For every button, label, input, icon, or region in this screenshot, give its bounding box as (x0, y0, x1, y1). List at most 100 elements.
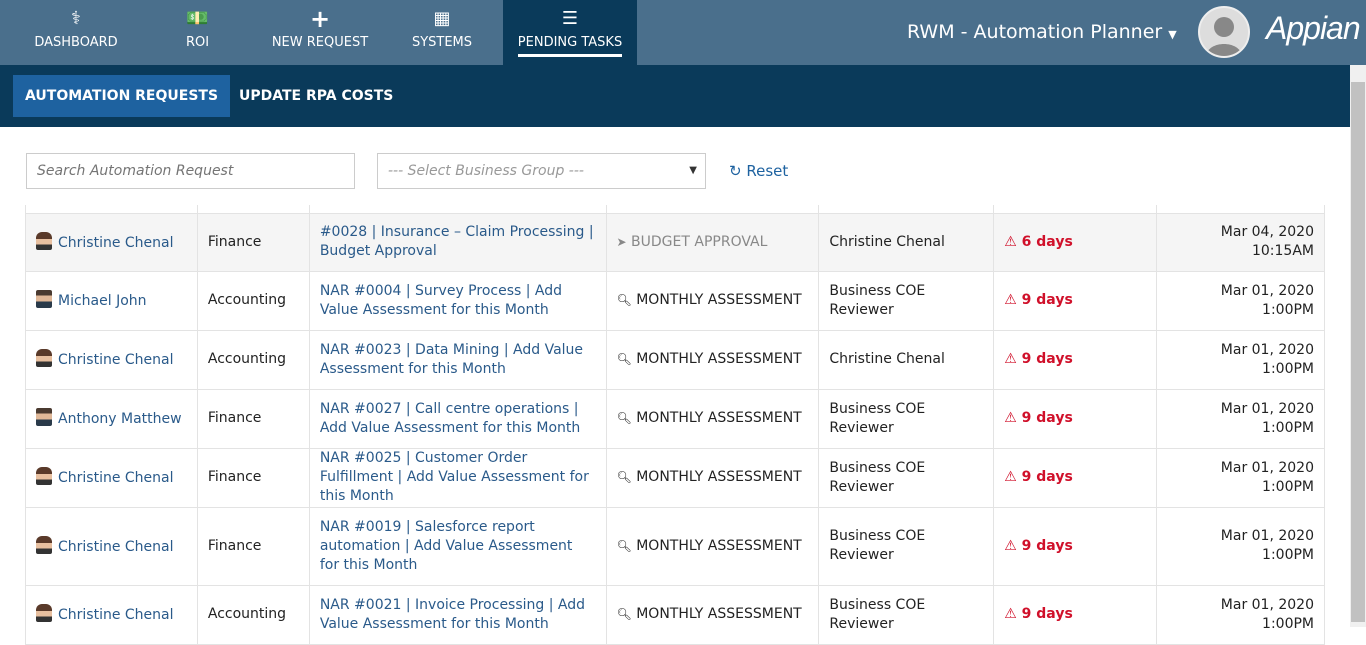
table-header (25, 205, 1325, 214)
overdue-cell: ⚠ 6 days (993, 212, 1158, 272)
tab-update-rpa-costs[interactable]: UPDATE RPA COSTS (227, 75, 405, 117)
search-input[interactable] (26, 153, 355, 189)
warning-icon: ⚠ (1004, 410, 1017, 426)
assignee-cell: Christine Chenal (818, 212, 995, 272)
date-cell: Mar 04, 2020 10:15AM (1156, 212, 1325, 272)
search-icon: 🔍︎ (616, 470, 632, 484)
request-link[interactable]: #0028 | Insurance – Claim Processing | B… (320, 224, 594, 259)
task-cell: 🔍︎ MONTHLY ASSESSMENT (605, 329, 820, 390)
date-cell: Mar 01, 2020 1:00PM (1156, 447, 1325, 508)
user-link[interactable]: Christine Chenal (58, 607, 174, 623)
search-icon: 🔍︎ (616, 607, 632, 621)
sub-nav: AUTOMATION REQUESTS UPDATE RPA COSTS (0, 65, 1350, 127)
date-cell: Mar 01, 2020 1:00PM (1156, 584, 1325, 645)
request-link[interactable]: NAR #0027 | Call centre operations | Add… (320, 401, 580, 436)
task-cell: ➤ BUDGET APPROVAL (605, 212, 820, 272)
request-cell: NAR #0027 | Call centre operations | Add… (308, 388, 607, 449)
app-switcher[interactable]: RWM - Automation Planner ▼ (907, 21, 1177, 43)
overdue-cell: ⚠ 9 days (993, 506, 1158, 586)
table-row: Christine Chenal Accounting NAR #0023 | Da… (25, 329, 1325, 390)
assignee-cell: Business COE Reviewer (818, 447, 995, 508)
tasks-icon: ☰ (561, 8, 579, 29)
table-row: Michael John Accounting NAR #0004 | Survey… (25, 270, 1325, 331)
grid-icon: ▦ (433, 8, 451, 29)
search-icon: 🔍︎ (616, 352, 632, 366)
table-row: Anthony Matthew Finance NAR #0027 | Call c… (25, 388, 1325, 449)
request-link[interactable]: NAR #0023 | Data Mining | Add Value Asse… (320, 342, 583, 377)
tab-automation-requests[interactable]: AUTOMATION REQUESTS (13, 75, 231, 117)
warning-icon: ⚠ (1004, 469, 1017, 485)
user-avatar (36, 290, 52, 308)
warning-icon: ⚠ (1004, 606, 1017, 622)
task-cell: 🔍︎ MONTHLY ASSESSMENT (605, 270, 820, 331)
user-cell: Christine Chenal (25, 447, 198, 508)
nav-dashboard[interactable]: ⚕ DASHBOARD (20, 0, 132, 65)
business-group-select[interactable]: --- Select Business Group --- ▼ (377, 153, 706, 189)
user-link[interactable]: Anthony Matthew (58, 411, 182, 427)
user-avatar (36, 604, 52, 622)
user-link[interactable]: Michael John (58, 293, 147, 309)
warning-icon: ⚠ (1004, 233, 1017, 250)
search-icon: 🔍︎ (616, 411, 632, 425)
user-link[interactable]: Christine Chenal (58, 352, 174, 368)
request-link[interactable]: NAR #0021 | Invoice Processing | Add Val… (320, 597, 585, 632)
warning-icon: ⚠ (1004, 292, 1017, 308)
paper-plane-icon: ➤ (616, 234, 627, 249)
task-name[interactable]: BUDGET APPROVAL (631, 234, 767, 250)
task-cell: 🔍︎ MONTHLY ASSESSMENT (605, 447, 820, 508)
money-icon: 💵 (186, 8, 209, 29)
user-avatar (36, 349, 52, 367)
assignee-cell: Business COE Reviewer (818, 584, 995, 645)
group-cell: Finance (196, 212, 310, 272)
user-cell: Christine Chenal (25, 212, 198, 272)
task-name[interactable]: MONTHLY ASSESSMENT (636, 606, 802, 622)
stethoscope-icon: ⚕ (71, 8, 81, 29)
request-link[interactable]: NAR #0019 | Salesforce report automation… (320, 519, 573, 573)
task-cell: 🔍︎ MONTHLY ASSESSMENT (605, 584, 820, 645)
undo-icon: ↻ (729, 162, 742, 180)
task-name[interactable]: MONTHLY ASSESSMENT (636, 410, 802, 426)
user-cell: Anthony Matthew (25, 388, 198, 449)
task-name[interactable]: MONTHLY ASSESSMENT (636, 538, 802, 554)
task-name[interactable]: MONTHLY ASSESSMENT (636, 469, 802, 485)
group-cell: Finance (196, 447, 310, 508)
task-cell: 🔍︎ MONTHLY ASSESSMENT (605, 506, 820, 586)
task-name[interactable]: MONTHLY ASSESSMENT (636, 351, 802, 367)
user-avatar (36, 408, 52, 426)
date-cell: Mar 01, 2020 1:00PM (1156, 388, 1325, 449)
user-avatar[interactable] (1198, 6, 1250, 58)
nav-roi[interactable]: 💵 ROI (160, 0, 235, 65)
user-link[interactable]: Christine Chenal (58, 539, 174, 555)
warning-icon: ⚠ (1004, 351, 1017, 367)
search-icon: 🔍︎ (616, 538, 632, 553)
user-link[interactable]: Christine Chenal (58, 235, 174, 251)
caret-down-icon: ▼ (1168, 28, 1177, 41)
request-link[interactable]: NAR #0004 | Survey Process | Add Value A… (320, 283, 562, 318)
assignee-cell: Christine Chenal (818, 329, 995, 390)
reset-button[interactable]: ↻ Reset (729, 162, 788, 180)
appian-logo: Appian (1266, 10, 1361, 46)
user-link[interactable]: Christine Chenal (58, 470, 174, 486)
user-avatar (36, 535, 52, 554)
request-cell: NAR #0019 | Salesforce report automation… (308, 506, 607, 586)
table-row: Christine Chenal Accounting NAR #0021 | In… (25, 584, 1325, 645)
group-cell: Accounting (196, 270, 310, 331)
request-cell: NAR #0021 | Invoice Processing | Add Val… (308, 584, 607, 645)
overdue-cell: ⚠ 9 days (993, 329, 1158, 390)
nav-pending-tasks[interactable]: ☰ PENDING TASKS (503, 0, 637, 65)
scrollbar-thumb[interactable] (1351, 82, 1365, 622)
user-cell: Michael John (25, 270, 198, 331)
request-cell: NAR #0025 | Customer Order Fulfillment |… (308, 447, 607, 508)
group-cell: Finance (196, 506, 310, 586)
group-cell: Finance (196, 388, 310, 449)
table-row: Christine Chenal Finance NAR #0019 | Sales… (25, 506, 1325, 586)
request-link[interactable]: NAR #0025 | Customer Order Fulfillment |… (320, 450, 589, 504)
request-cell: #0028 | Insurance – Claim Processing | B… (308, 212, 607, 272)
nav-new-request[interactable]: + NEW REQUEST (260, 0, 380, 65)
search-icon: 🔍︎ (616, 293, 632, 307)
nav-systems[interactable]: ▦ SYSTEMS (400, 0, 484, 65)
table-row: Christine Chenal Finance #0028 | Insurance… (25, 212, 1325, 272)
assignee-cell: Business COE Reviewer (818, 506, 995, 586)
top-nav: ⚕ DASHBOARD 💵 ROI + NEW REQUEST ▦ SYSTEMS ☰ P… (0, 0, 1366, 65)
task-name[interactable]: MONTHLY ASSESSMENT (636, 292, 802, 308)
